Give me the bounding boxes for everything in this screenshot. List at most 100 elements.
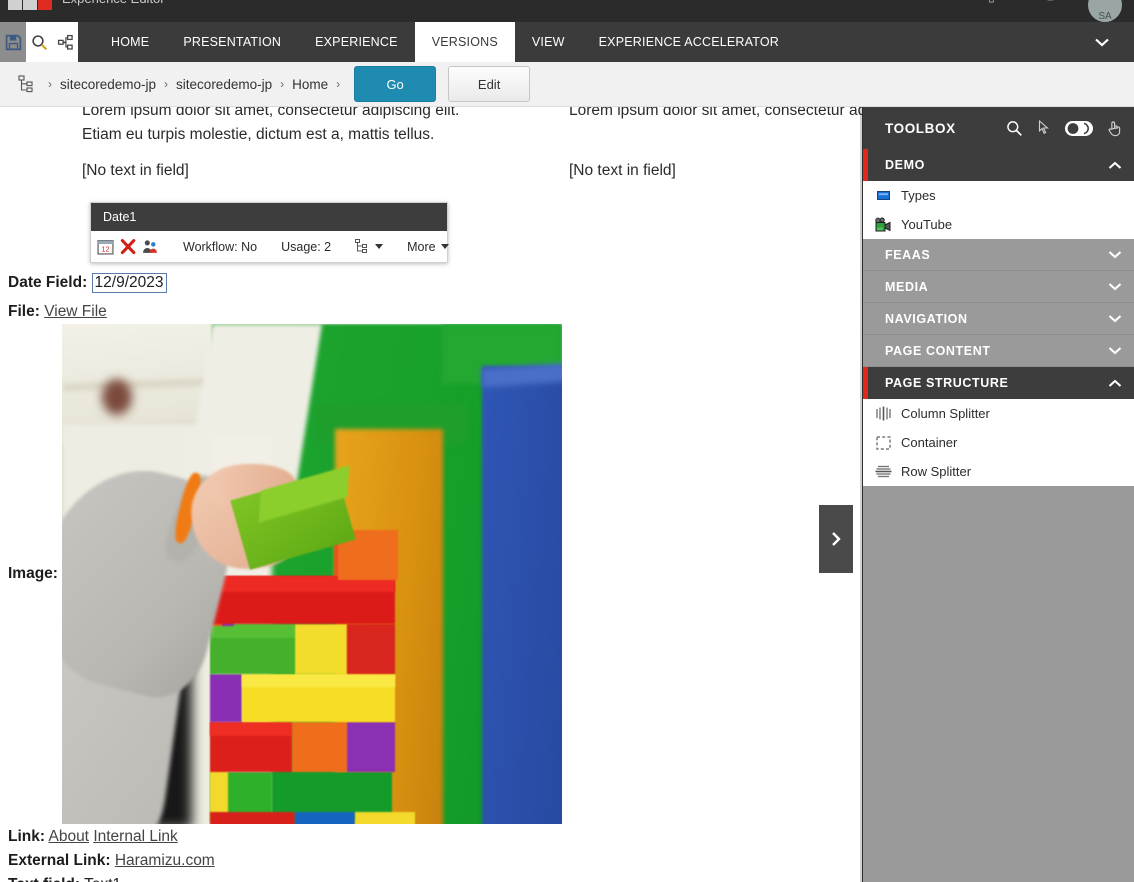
file-field-row: File: View File bbox=[8, 303, 107, 321]
photo-blue-panel bbox=[482, 366, 562, 824]
toolbox-group-page-structure[interactable]: PAGE STRUCTURE bbox=[863, 367, 1134, 399]
photo-block bbox=[355, 812, 415, 824]
photo-background-blob bbox=[102, 379, 132, 415]
toolbox-item-column-splitter[interactable]: Column Splitter bbox=[863, 399, 1134, 428]
canvas-paragraph-right-2[interactable]: [No text in field] bbox=[569, 159, 869, 183]
toolbox-item-row-splitter[interactable]: Row Splitter bbox=[863, 457, 1134, 486]
link-field-row: Link: About Internal Link bbox=[8, 828, 178, 846]
breadcrumb-item-3[interactable]: Home bbox=[292, 77, 328, 92]
photo-block-highlight bbox=[210, 722, 292, 736]
external-link-field-row: External Link: Haramizu.com bbox=[8, 852, 215, 870]
toolbox-item-youtube[interactable]: YouTube bbox=[863, 210, 1134, 239]
container-icon bbox=[873, 433, 893, 453]
canvas-paragraph-right-1[interactable]: Lorem ipsum dolor sit amet, consectetur … bbox=[569, 107, 869, 123]
personalize-icon[interactable] bbox=[142, 236, 159, 258]
toolbox-header: TOOLBOX bbox=[863, 107, 1134, 149]
toolbox-group-media[interactable]: MEDIA bbox=[863, 271, 1134, 303]
tab-versions[interactable]: VERSIONS bbox=[414, 22, 515, 62]
external-link-label: External Link: bbox=[8, 852, 111, 869]
text-field-row: Text field: Text1 bbox=[8, 876, 121, 882]
view-file-link[interactable]: View File bbox=[44, 303, 107, 320]
edit-button[interactable]: Edit bbox=[448, 66, 531, 102]
link-about[interactable]: About bbox=[48, 828, 89, 845]
row-splitter-icon bbox=[873, 462, 893, 482]
toggle-switch-icon[interactable] bbox=[1064, 118, 1094, 138]
share-icon[interactable] bbox=[52, 22, 78, 62]
breadcrumb-item-1[interactable]: sitecoredemo-jp bbox=[60, 77, 156, 92]
image-field-photo[interactable] bbox=[62, 324, 562, 824]
sitecore-logo-icon bbox=[8, 0, 52, 10]
tab-experience[interactable]: EXPERIENCE bbox=[298, 22, 415, 62]
photo-block-highlight bbox=[242, 674, 395, 687]
external-link-value[interactable]: Haramizu.com bbox=[115, 852, 215, 869]
tab-home[interactable]: HOME bbox=[94, 22, 166, 62]
youtube-camera-icon bbox=[873, 215, 893, 235]
usage-count: Usage: 2 bbox=[281, 239, 332, 254]
photo-block bbox=[210, 674, 242, 722]
toolbox-panel: TOOLBOX DEMO Types YouTube FEAAS MEDIA N… bbox=[819, 107, 1134, 882]
toolbox-item-label: Row Splitter bbox=[901, 464, 972, 479]
canvas-paragraph-left-2[interactable]: [No text in field] bbox=[82, 159, 502, 183]
ribbon-collapse-caret-icon[interactable] bbox=[1094, 22, 1110, 62]
breadcrumb-item-2[interactable]: sitecoredemo-jp bbox=[176, 77, 272, 92]
content-tree-dropdown-icon[interactable] bbox=[355, 236, 369, 258]
apps-icon[interactable]: ■ bbox=[1047, 0, 1054, 4]
toolbox-group-demo-items: Types YouTube bbox=[863, 181, 1134, 239]
save-icon[interactable] bbox=[0, 22, 26, 62]
toolbox-group-page-content[interactable]: PAGE CONTENT bbox=[863, 335, 1134, 367]
globe-icon[interactable]: ○ bbox=[929, 0, 936, 4]
image-field-label: Image: bbox=[8, 565, 58, 582]
hand-click-icon[interactable] bbox=[1104, 118, 1124, 138]
text-field-label: Text field: bbox=[8, 876, 80, 882]
toolbox-collapse-handle[interactable] bbox=[819, 505, 853, 573]
toolbox-group-label: DEMO bbox=[885, 158, 925, 172]
search-icon[interactable] bbox=[1004, 118, 1024, 138]
toolbox-group-label: MEDIA bbox=[885, 279, 929, 294]
photo-block bbox=[295, 624, 347, 674]
chevron-down-icon[interactable] bbox=[375, 244, 384, 249]
tab-view[interactable]: VIEW bbox=[515, 22, 582, 62]
toolbox-title: TOOLBOX bbox=[885, 120, 956, 136]
link-internal[interactable]: Internal Link bbox=[93, 828, 177, 845]
photo-block bbox=[347, 722, 395, 772]
date-field-row: Date Field: 12/9/2023 bbox=[8, 273, 167, 293]
file-field-label: File: bbox=[8, 303, 40, 320]
canvas-paragraph-left-1[interactable]: Lorem ipsum dolor sit amet, consectetur … bbox=[82, 107, 502, 147]
tab-experience-accelerator[interactable]: EXPERIENCE ACCELERATOR bbox=[582, 22, 796, 62]
search-icon[interactable] bbox=[26, 22, 52, 62]
calendar-icon[interactable]: 12 bbox=[97, 236, 114, 258]
field-popup-toolbar: Date1 12 Workflow: No Usage: 2 More bbox=[90, 202, 449, 263]
content-tree-icon[interactable] bbox=[18, 75, 40, 93]
photo-block bbox=[347, 624, 395, 674]
breadcrumb-separator: › bbox=[164, 77, 169, 91]
toolbox-group-navigation[interactable]: NAVIGATION bbox=[863, 303, 1134, 335]
chevron-down-icon bbox=[1108, 248, 1122, 262]
pointer-icon[interactable] bbox=[1034, 118, 1054, 138]
toolbox-group-label: PAGE STRUCTURE bbox=[885, 376, 1009, 390]
breadcrumb: › sitecoredemo-jp › sitecoredemo-jp › Ho… bbox=[0, 62, 1134, 107]
delete-x-icon[interactable] bbox=[120, 236, 136, 258]
avatar[interactable]: SA bbox=[1088, 0, 1122, 22]
workflow-status: Workflow: No bbox=[183, 239, 258, 254]
go-button[interactable]: Go bbox=[354, 66, 437, 102]
breadcrumb-separator: › bbox=[48, 77, 52, 91]
more-menu-button[interactable]: More bbox=[407, 240, 449, 254]
toolbox-group-feaas[interactable]: FEAAS bbox=[863, 239, 1134, 271]
breadcrumb-separator: › bbox=[336, 77, 341, 91]
toolbox-item-label: Column Splitter bbox=[901, 406, 990, 421]
chevron-down-icon bbox=[1108, 312, 1122, 326]
chevron-up-icon bbox=[1108, 376, 1122, 390]
app-title: Experience Editor bbox=[62, 0, 165, 6]
notification-icon[interactable]: ▯ bbox=[988, 0, 995, 4]
toolbox-item-container[interactable]: Container bbox=[863, 428, 1134, 457]
toolbox-empty-area bbox=[863, 486, 1134, 786]
ribbon-tabs: HOME PRESENTATION EXPERIENCE VERSIONS VI… bbox=[94, 22, 796, 62]
toolbox-item-label: Types bbox=[901, 188, 936, 203]
topbar-icon-group: ○ ▯ ■ bbox=[929, 0, 1054, 4]
tab-presentation[interactable]: PRESENTATION bbox=[166, 22, 298, 62]
photo-block-highlight bbox=[210, 624, 295, 638]
toolbox-group-demo[interactable]: DEMO bbox=[863, 149, 1134, 181]
text-field-value[interactable]: Text1 bbox=[84, 876, 121, 882]
date-field-value[interactable]: 12/9/2023 bbox=[91, 273, 167, 293]
toolbox-item-types[interactable]: Types bbox=[863, 181, 1134, 210]
